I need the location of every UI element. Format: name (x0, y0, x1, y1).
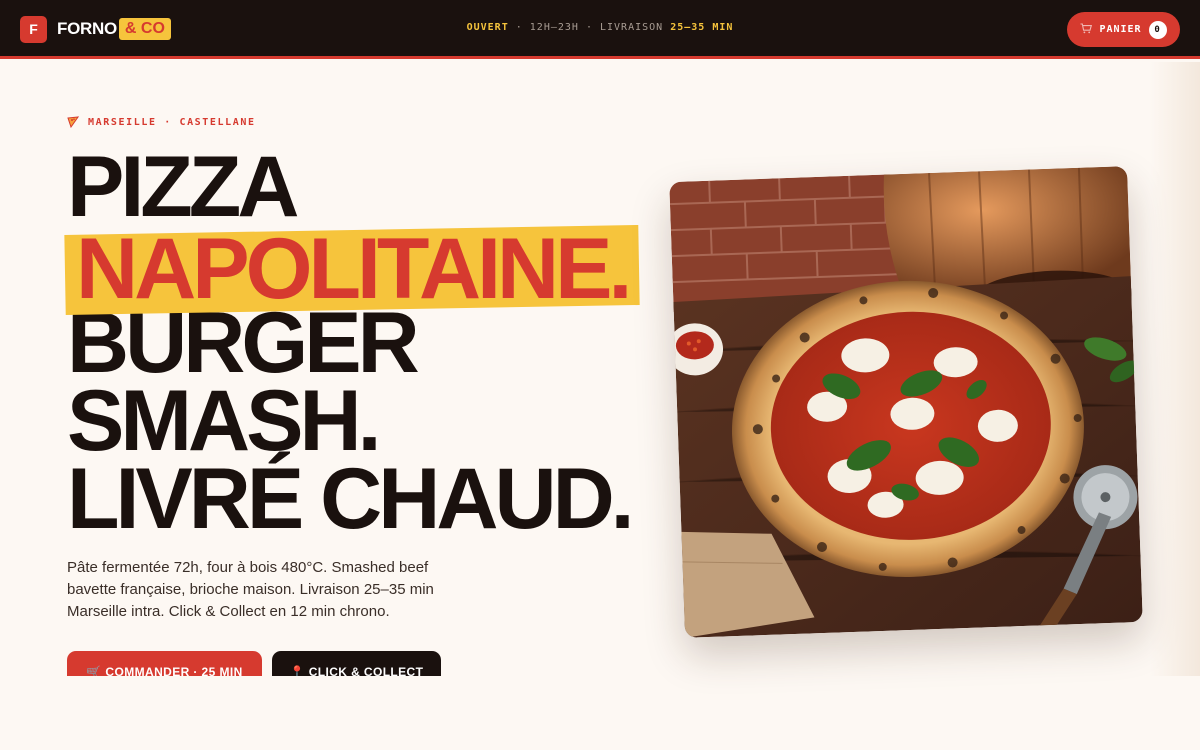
location-text: MARSEILLE · CASTELLANE (88, 116, 256, 128)
hero-pizza-photo (669, 166, 1143, 638)
headline-line-pizza: PIZZA (67, 139, 299, 235)
status-hours: · 12H–23H · LIVRAISON (515, 22, 664, 33)
right-edge-fade (1150, 62, 1200, 676)
status-delivery-time: 25–35 MIN (670, 22, 734, 33)
cart-label: PANIER (1099, 24, 1142, 35)
location-eyebrow: MARSEILLE · CASTELLANE (67, 116, 256, 129)
cart-icon (1080, 22, 1093, 37)
pizza-slice-icon (67, 116, 80, 129)
cart-button[interactable]: PANIER 0 (1067, 12, 1180, 47)
headline-line-smash: SMASH. (67, 373, 381, 469)
hero-headline: PIZZA NAPOLITAINE. BURGER SMASH. LIVRÉ C… (64, 139, 640, 547)
top-navbar: F FORNO & CO OUVERT · 12H–23H · LIVRAISO… (0, 0, 1200, 59)
headline-line-livre-chaud: LIVRÉ CHAUD. (67, 451, 635, 547)
headline-line-napolitaine: NAPOLITAINE. (76, 221, 632, 317)
cart-count-badge: 0 (1148, 20, 1167, 39)
opening-status: OUVERT · 12H–23H · LIVRAISON 25–35 MIN (0, 22, 1200, 33)
below-fold-area (0, 676, 1200, 750)
hero-description: Pâte fermentée 72h, four à bois 480°C. S… (67, 559, 434, 620)
status-open: OUVERT (466, 22, 509, 33)
headline-highlight: NAPOLITAINE. (64, 224, 640, 316)
